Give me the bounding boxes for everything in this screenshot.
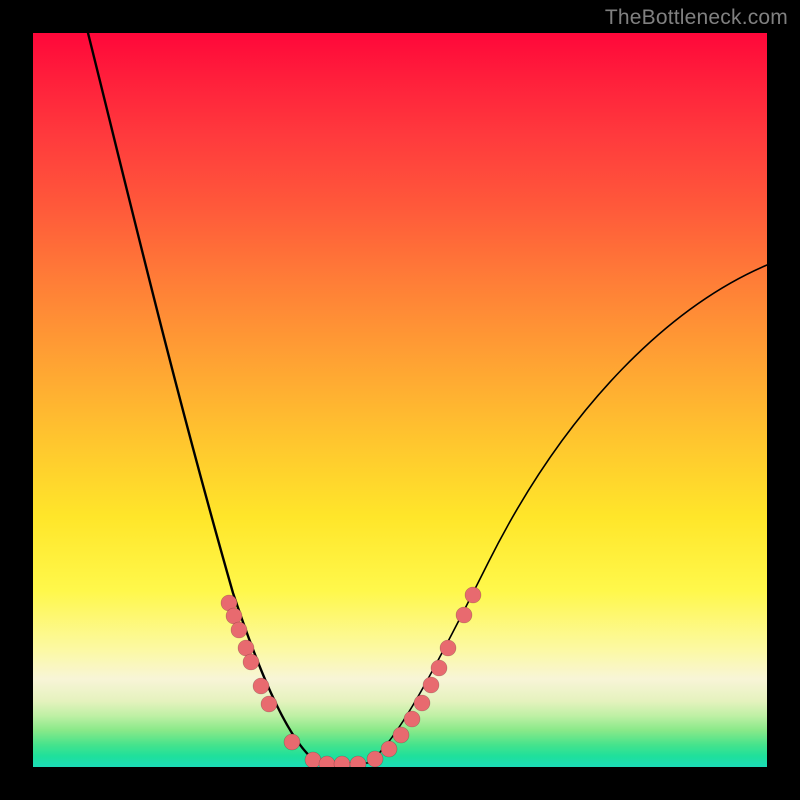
- marker-dot: [231, 622, 247, 638]
- watermark-text: TheBottleneck.com: [605, 6, 788, 30]
- marker-dot: [423, 677, 439, 693]
- marker-dot: [393, 727, 409, 743]
- marker-dot: [381, 741, 397, 757]
- marker-dot: [226, 608, 242, 624]
- chart-stage: TheBottleneck.com: [0, 0, 800, 800]
- left-curve: [88, 33, 343, 763]
- marker-dot: [253, 678, 269, 694]
- marker-dot: [261, 696, 277, 712]
- marker-dot: [350, 756, 366, 767]
- marker-dot: [440, 640, 456, 656]
- marker-dot: [414, 695, 430, 711]
- marker-dot: [367, 751, 383, 767]
- curve-layer: [33, 33, 767, 767]
- marker-dot: [238, 640, 254, 656]
- marker-dot: [456, 607, 472, 623]
- marker-dot: [404, 711, 420, 727]
- right-curve: [343, 265, 767, 763]
- marker-dot: [305, 752, 321, 767]
- marker-dot: [284, 734, 300, 750]
- plot-area: [33, 33, 767, 767]
- marker-dot: [431, 660, 447, 676]
- marker-dots: [221, 587, 481, 767]
- marker-dot: [319, 756, 335, 767]
- marker-dot: [243, 654, 259, 670]
- marker-dot: [334, 756, 350, 767]
- marker-dot: [465, 587, 481, 603]
